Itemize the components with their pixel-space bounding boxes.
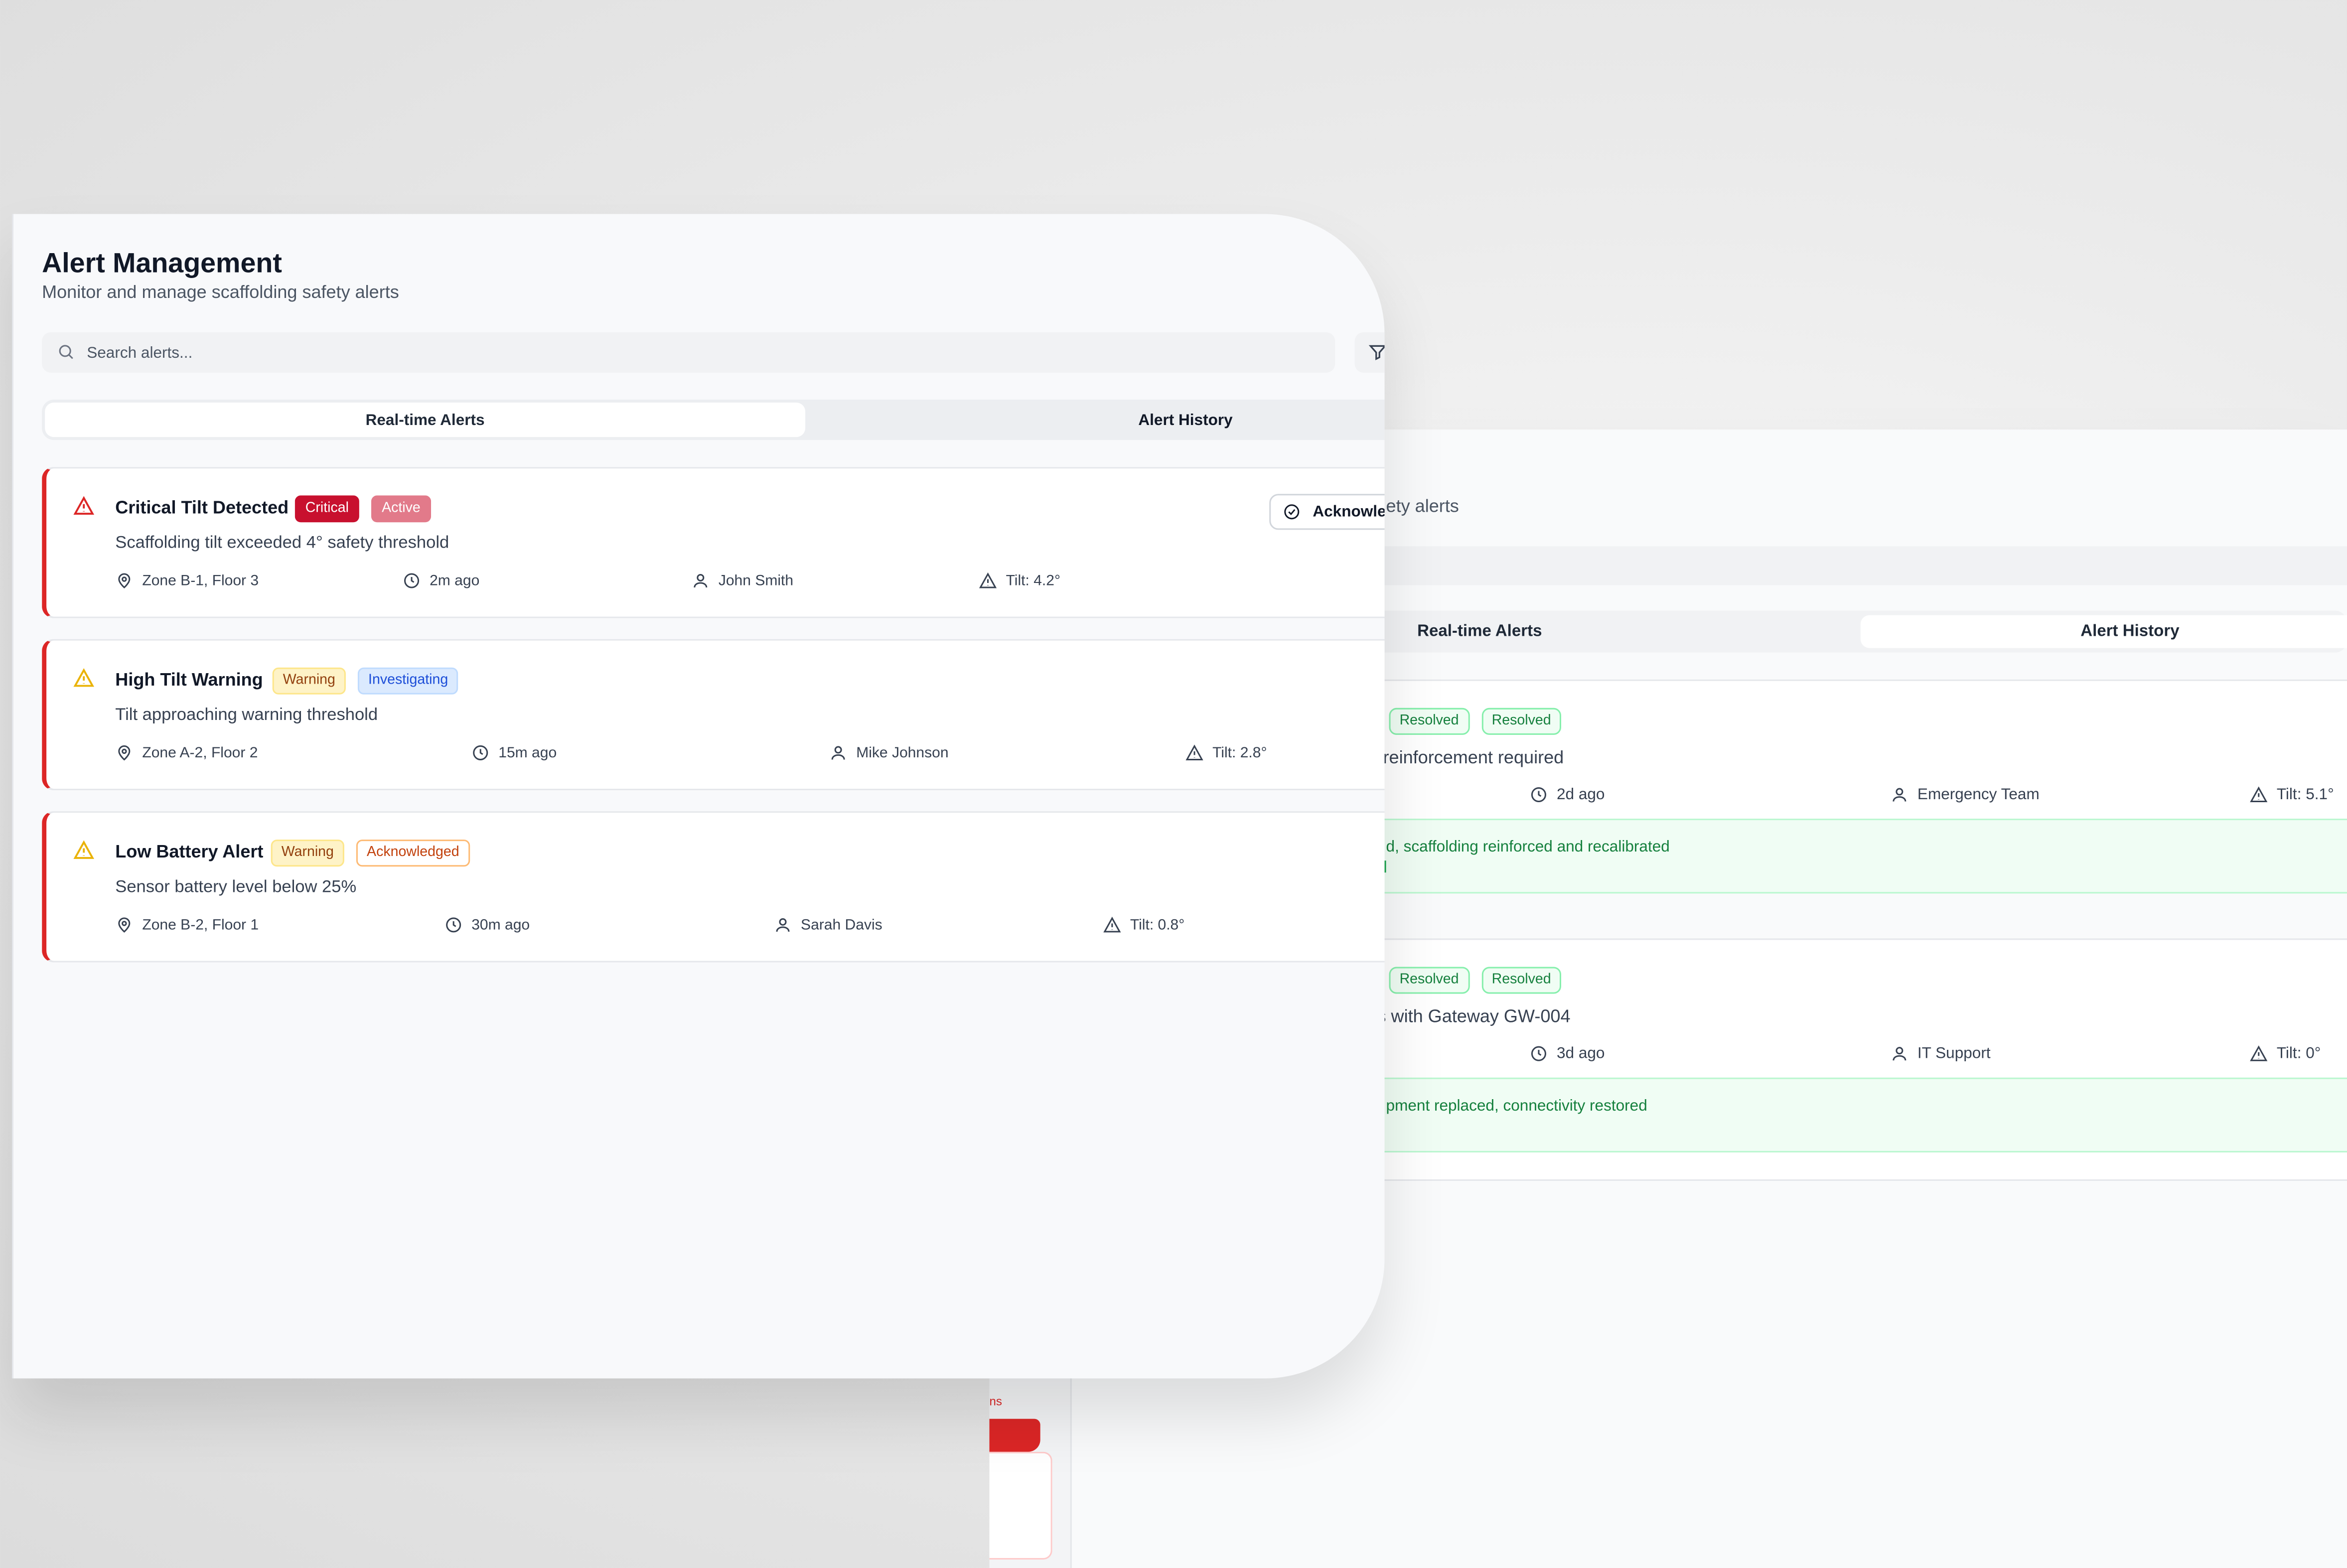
severity-badge: Warning <box>272 667 346 695</box>
alert-time: 2m ago <box>403 571 479 589</box>
red-button-fragment[interactable] <box>989 1419 1040 1452</box>
page-subtitle: Monitor and manage scaffolding safety al… <box>42 281 399 302</box>
status-badge: Resolved <box>1389 708 1469 735</box>
state-badge: Resolved <box>1481 708 1562 735</box>
alert-assignee: Sarah Davis <box>774 916 882 934</box>
scene: ety alerts Real-time Alerts Alert Histor… <box>0 0 2347 1568</box>
clock-icon <box>1530 1045 1548 1063</box>
history-alert-assignee: IT Support <box>1891 1045 1991 1063</box>
warning-triangle-icon <box>1103 916 1121 934</box>
state-badge: Resolved <box>1481 967 1562 994</box>
warning-triangle-icon <box>2250 1045 2268 1063</box>
clock-icon <box>1530 786 1548 804</box>
alert-tabs: Real-time Alerts Alert History <box>42 400 1385 440</box>
status-badge: Resolved <box>1389 967 1469 994</box>
alert-title: Critical Tilt Detected <box>115 497 289 518</box>
history-badges: Resolved Resolved <box>1389 708 1562 735</box>
warning-triangle-icon <box>979 571 997 589</box>
alert-time: 30m ago <box>444 916 530 934</box>
acknowledge-button[interactable]: Acknowledge <box>1269 494 1385 530</box>
clock-icon <box>444 916 462 934</box>
page-title: Alert Management <box>42 247 282 279</box>
map-pin-icon <box>115 916 133 934</box>
tab-alert-history[interactable]: Alert History <box>1860 615 2347 648</box>
user-icon <box>1891 1045 1908 1063</box>
check-circle-icon <box>1283 503 1301 521</box>
severity-badge: Warning <box>271 840 344 867</box>
user-icon <box>774 916 792 934</box>
alert-assignee: Mike Johnson <box>829 744 949 762</box>
filter-button[interactable] <box>1354 332 1385 373</box>
alert-card[interactable]: Low Battery Alert Warning Acknowledged S… <box>42 811 1385 963</box>
user-icon <box>692 571 710 589</box>
history-badges: Resolved Resolved <box>1389 967 1562 994</box>
alert-tilt: Tilt: 0.8° <box>1103 916 1184 934</box>
alert-management-panel: Alert Management Monitor and manage scaf… <box>12 214 1385 1379</box>
alert-description: Tilt approaching warning threshold <box>115 706 378 724</box>
background-sidebar-sliver: ns <box>989 1347 1072 1568</box>
status-badge: Investigating <box>358 667 459 695</box>
alert-description: Scaffolding tilt exceeded 4° safety thre… <box>115 534 449 553</box>
resolution-note: d, scaffolding reinforced and recalibrat… <box>1371 819 2347 894</box>
clock-icon <box>471 744 489 762</box>
search-bar <box>42 332 1335 373</box>
history-alert-time: 3d ago <box>1530 1045 1605 1063</box>
history-alert-description: s with Gateway GW-004 <box>1377 1005 1571 1027</box>
user-icon <box>829 744 847 762</box>
alert-card[interactable]: High Tilt Warning Warning Investigating … <box>42 639 1385 791</box>
status-badge: Active <box>371 495 431 523</box>
filter-icon <box>1368 343 1385 362</box>
alert-location: Zone A-2, Floor 2 <box>115 744 258 762</box>
history-alert-card[interactable]: Resolved Resolved s with Gateway GW-004 … <box>1371 938 2347 1181</box>
warning-triangle-icon <box>2250 786 2268 804</box>
alert-tilt: Tilt: 4.2° <box>979 571 1060 589</box>
severity-badge: Critical <box>294 495 360 523</box>
warning-triangle-icon <box>1185 744 1203 762</box>
tab-alert-history[interactable]: Alert History <box>805 403 1384 437</box>
alert-location: Zone B-1, Floor 3 <box>115 571 259 589</box>
alert-location: Zone B-2, Floor 1 <box>115 916 259 934</box>
alert-card[interactable]: Critical Tilt Detected Critical Active S… <box>42 467 1385 618</box>
alert-badges: Critical Active <box>294 495 431 523</box>
alert-description: Sensor battery level below 25% <box>115 878 357 897</box>
resolution-note: pment replaced, connectivity restored <box>1371 1077 2347 1152</box>
tab-realtime-alerts[interactable]: Real-time Alerts <box>1371 615 1589 648</box>
alert-badges: Warning Investigating <box>272 667 459 695</box>
map-pin-icon <box>115 744 133 762</box>
alert-triangle-icon <box>73 840 95 860</box>
status-badge: Acknowledged <box>356 840 470 867</box>
alert-time: 15m ago <box>471 744 557 762</box>
search-icon <box>57 343 75 361</box>
history-alert-tilt: Tilt: 0° <box>2250 1045 2321 1063</box>
map-pin-icon <box>115 571 133 589</box>
search-input[interactable] <box>87 332 1315 373</box>
tab-realtime-alerts[interactable]: Real-time Alerts <box>45 403 806 437</box>
alert-title: High Tilt Warning <box>115 669 263 690</box>
alert-tilt: Tilt: 2.8° <box>1185 744 1267 762</box>
alert-badges: Warning Acknowledged <box>271 840 470 867</box>
alert-box-fragment <box>989 1451 1052 1560</box>
alert-title: Low Battery Alert <box>115 841 264 862</box>
history-alert-card[interactable]: Resolved Resolved reinforcement required… <box>1371 679 2347 894</box>
alert-assignee: John Smith <box>692 571 793 589</box>
history-alert-description: reinforcement required <box>1383 746 1564 768</box>
alert-triangle-icon <box>73 668 95 689</box>
history-tabs: Real-time Alerts Alert History <box>1371 610 2347 653</box>
history-alert-tilt: Tilt: 5.1° <box>2250 786 2334 804</box>
clock-icon <box>403 571 421 589</box>
history-alert-assignee: Emergency Team <box>1891 786 2040 804</box>
history-subtitle: ety alerts <box>1386 495 1459 517</box>
user-icon <box>1891 786 1908 804</box>
history-alert-time: 2d ago <box>1530 786 1605 804</box>
alert-triangle-icon <box>73 495 95 516</box>
